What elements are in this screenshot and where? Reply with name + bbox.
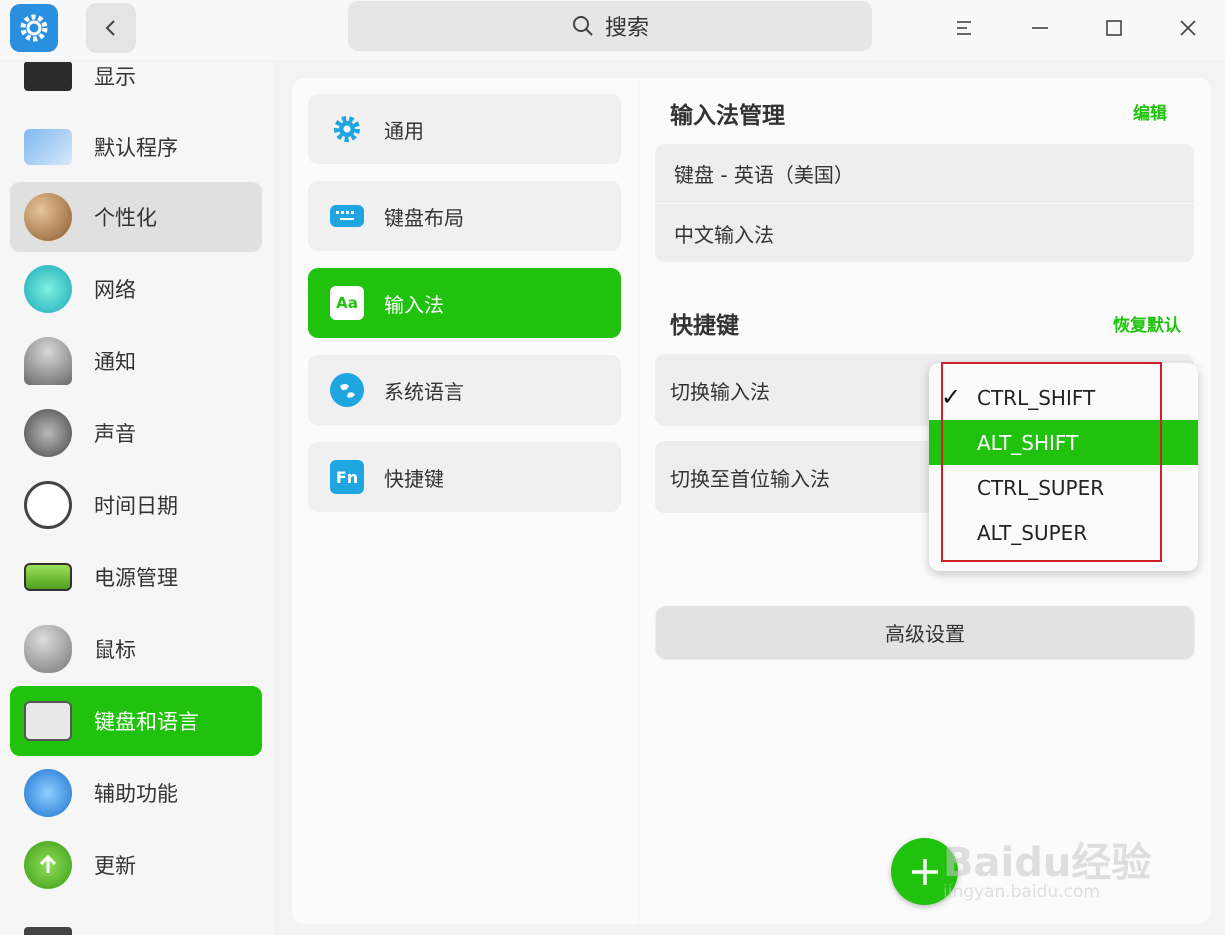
tab-label: 键盘布局	[384, 205, 464, 230]
sidebar-item-label: 默认程序	[94, 136, 178, 160]
tab-label: 系统语言	[384, 379, 464, 404]
restore-default-button[interactable]: 恢复默认	[1113, 311, 1181, 336]
sidebar-item-datetime[interactable]: 时间日期	[10, 470, 262, 540]
keyboard-layout-icon	[330, 205, 364, 227]
tab-label: 通用	[384, 118, 424, 143]
search-icon	[572, 16, 593, 36]
accessibility-icon	[24, 769, 72, 817]
tab-input-method[interactable]: Aa 输入法	[308, 268, 621, 338]
sidebar-item-label: 键盘和语言	[94, 710, 199, 734]
sidebar-item-notification[interactable]: 通知	[10, 326, 262, 396]
settings-gear-logo-icon	[10, 4, 58, 52]
tab-label: 输入法	[384, 292, 444, 317]
switch-input-method-label: 切换输入法	[670, 379, 770, 404]
edit-button[interactable]: 编辑	[1133, 99, 1167, 124]
battery-icon	[24, 563, 72, 591]
advanced-settings-button[interactable]: 高级设置	[656, 606, 1194, 658]
sidebar-item-label: 更新	[94, 854, 136, 878]
close-icon	[1180, 20, 1196, 36]
globe-icon	[330, 373, 364, 407]
sidebar-item-mouse[interactable]: 鼠标	[10, 614, 262, 684]
search-box[interactable]: 搜索	[348, 1, 872, 51]
sidebar-item-keyboard-language[interactable]: 键盘和语言	[10, 686, 262, 756]
mouse-icon	[24, 625, 72, 673]
close-button[interactable]	[1168, 8, 1208, 48]
menu-button[interactable]	[944, 8, 984, 48]
sidebar-item-update[interactable]: 更新	[10, 830, 262, 900]
section-title-shortcuts: 快捷键	[670, 313, 739, 339]
sidebar-item-label: 个性化	[94, 206, 157, 230]
palette-icon	[24, 193, 72, 241]
sidebar: 显示 默认程序 个性化 网络 通知 声音 时间日期 电源管理 鼠标 键盘和语言 …	[0, 62, 275, 935]
sidebar-item-label: 辅助功能	[94, 782, 178, 806]
system-info-icon	[24, 927, 72, 935]
sidebar-item-accessibility[interactable]: 辅助功能	[10, 758, 262, 828]
speaker-icon	[24, 409, 72, 457]
sidebar-item-label: 显示	[94, 65, 136, 89]
menu-icon	[957, 21, 971, 35]
sidebar-item-display[interactable]: 显示	[10, 62, 262, 111]
input-method-icon: Aa	[330, 286, 364, 320]
maximize-icon	[1106, 20, 1122, 36]
input-method-icon-text: Aa	[336, 294, 358, 312]
tab-general[interactable]: 通用	[308, 94, 621, 164]
section-title-input-method-management: 输入法管理	[670, 103, 785, 129]
clock-icon	[24, 481, 72, 529]
tab-label: 快捷键	[384, 466, 444, 491]
sub-navigation: 通用 键盘布局 Aa 输入法 系统语言 Fn 快捷键	[292, 78, 638, 924]
sidebar-item-label: 通知	[94, 350, 136, 374]
fn-key-icon: Fn	[330, 460, 364, 494]
update-icon	[24, 841, 72, 889]
highlight-annotation-box	[941, 362, 1162, 562]
tab-shortcuts[interactable]: Fn 快捷键	[308, 442, 621, 512]
sidebar-item-label: 鼠标	[94, 638, 136, 662]
sidebar-item-network[interactable]: 网络	[10, 254, 262, 324]
bell-icon	[24, 337, 72, 385]
sidebar-item-more[interactable]	[10, 902, 262, 935]
tab-system-language[interactable]: 系统语言	[308, 355, 621, 425]
sidebar-item-label: 时间日期	[94, 494, 178, 518]
chevron-left-icon	[105, 20, 115, 36]
back-button[interactable]	[86, 3, 136, 53]
sidebar-item-label: 网络	[94, 278, 136, 302]
maximize-button[interactable]	[1094, 8, 1134, 48]
title-bar: 搜索	[0, 0, 1225, 60]
list-item[interactable]: 键盘 - 英语（美国）	[655, 144, 1194, 203]
sidebar-item-power[interactable]: 电源管理	[10, 542, 262, 612]
tab-keyboard-layout[interactable]: 键盘布局	[308, 181, 621, 251]
sidebar-item-label: 声音	[94, 422, 136, 446]
search-label: 搜索	[604, 16, 649, 41]
baidu-watermark: Baidu经验 jingyan.baidu.com	[935, 810, 1165, 910]
sidebar-item-default-apps[interactable]: 默认程序	[10, 112, 262, 182]
list-item[interactable]: 中文输入法	[655, 203, 1194, 262]
network-icon	[24, 265, 72, 313]
minimize-icon	[1032, 27, 1048, 29]
minimize-button[interactable]	[1020, 8, 1060, 48]
switch-first-input-method-label: 切换至首位输入法	[670, 466, 830, 491]
watermark-url: jingyan.baidu.com	[943, 882, 1100, 902]
input-method-list: 键盘 - 英语（美国） 中文输入法	[655, 144, 1194, 262]
monitor-icon	[24, 62, 72, 91]
keyboard-icon	[24, 701, 72, 741]
sidebar-item-sound[interactable]: 声音	[10, 398, 262, 468]
sidebar-item-personalization[interactable]: 个性化	[10, 182, 262, 252]
default-apps-icon	[24, 129, 72, 165]
watermark-brand: Baidu经验	[943, 840, 1152, 886]
gear-icon	[330, 112, 364, 146]
sidebar-item-label: 电源管理	[94, 566, 178, 590]
fn-key-icon-text: Fn	[335, 467, 359, 487]
